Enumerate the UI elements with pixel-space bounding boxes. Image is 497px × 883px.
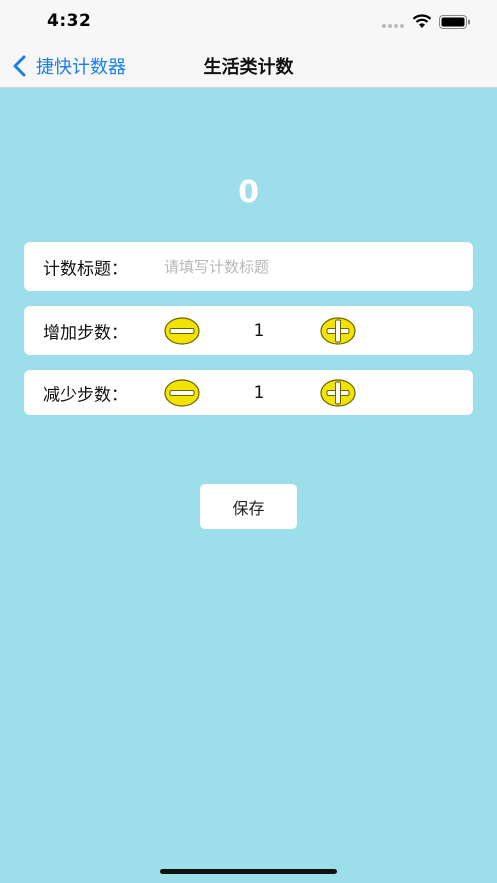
decrease-step-plus-button[interactable]: [320, 378, 356, 407]
increase-step-plus-button[interactable]: [320, 316, 356, 345]
title-field-label: 计数标题：: [43, 259, 128, 279]
wifi-icon: [412, 14, 432, 28]
title-input[interactable]: [164, 250, 454, 283]
decrease-step-card: 减少步数： 1: [24, 370, 473, 415]
top-bar: 4:32 捷快计数器 生活类计数: [0, 0, 497, 88]
home-indicator[interactable]: [160, 869, 337, 874]
page-title-text: 生活类计数: [203, 57, 294, 78]
decrease-step-minus-button[interactable]: [164, 378, 200, 407]
decrease-step-value: 1: [253, 382, 265, 403]
increase-step-label: 增加步数：: [43, 323, 128, 343]
cellular-signal-icon: [382, 24, 404, 28]
decrease-step-label: 减少步数：: [43, 385, 128, 405]
increase-step-card: 增加步数： 1: [24, 306, 473, 355]
counter-value: 0: [238, 175, 259, 210]
increase-step-value: 1: [253, 320, 265, 341]
increase-step-minus-button[interactable]: [164, 316, 200, 345]
title-field-card: 计数标题：: [24, 242, 473, 291]
save-button[interactable]: 保存: [200, 484, 297, 529]
page-title: 生活类计数: [0, 53, 497, 79]
status-time: 4:32: [47, 11, 92, 31]
battery-icon: [439, 15, 470, 29]
